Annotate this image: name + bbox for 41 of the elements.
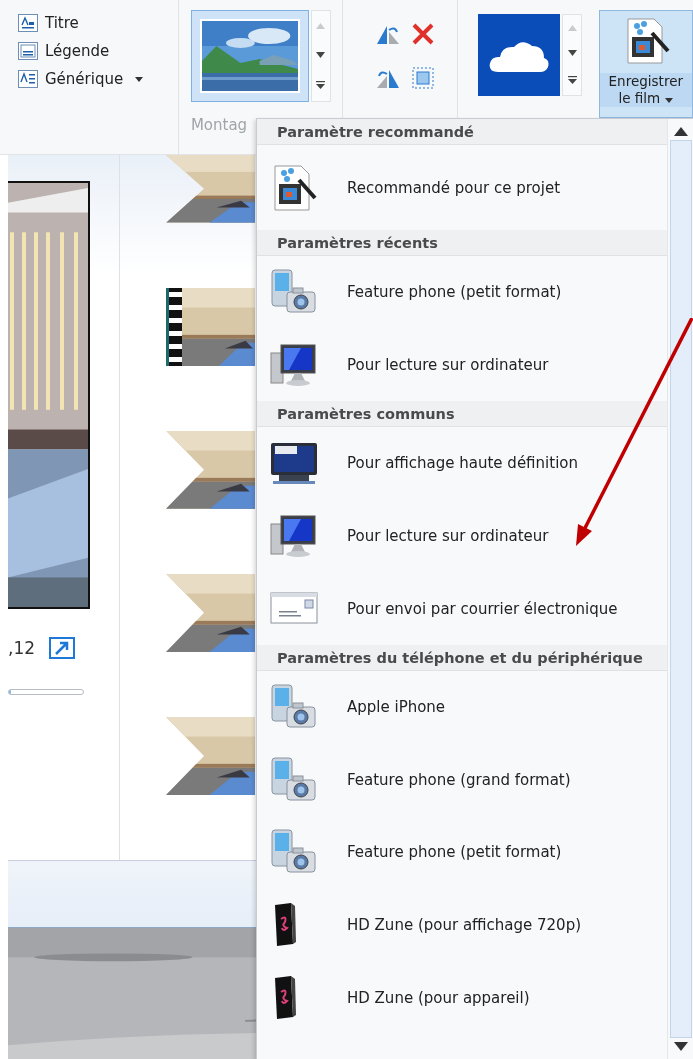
- save-movie-button[interactable]: Enregistrer le film: [598, 10, 693, 118]
- menu-section-header: Paramètres du téléphone et du périphérique: [257, 644, 668, 671]
- menu-item[interactable]: Pour envoi par courrier électronique: [257, 572, 668, 645]
- scrollbar-thumb[interactable]: [669, 140, 692, 1038]
- menu-item[interactable]: Apple iPhone: [257, 670, 668, 744]
- seek-slider[interactable]: [8, 689, 84, 695]
- fullscreen-icon[interactable]: [49, 637, 76, 659]
- menu-item[interactable]: Feature phone (petit format): [257, 816, 668, 889]
- menu-section-header: Paramètre recommandé: [257, 119, 668, 145]
- cloud-tile[interactable]: [478, 14, 561, 96]
- monitor-icon: [269, 441, 319, 486]
- menu-item[interactable]: HD Zune (pour appareil): [257, 961, 668, 1034]
- envelope-icon: [269, 590, 319, 627]
- ribbon-button[interactable]: Générique: [16, 68, 146, 90]
- credits-icon: [18, 70, 38, 88]
- expand-gallery-icon[interactable]: [567, 76, 577, 86]
- menu-item[interactable]: Feature phone (petit format): [257, 256, 668, 329]
- menu-item[interactable]: Recommandé pour ce projet: [257, 145, 668, 230]
- select-all-icon[interactable]: [410, 66, 435, 90]
- delete-icon[interactable]: [410, 22, 435, 46]
- expand-gallery-icon[interactable]: [316, 80, 326, 90]
- menu-item[interactable]: Pour affichage haute définition: [257, 427, 668, 500]
- menu-item[interactable]: Feature phone (grand format): [257, 743, 668, 817]
- time-readout: ,12: [8, 638, 36, 658]
- menu-section-header: Paramètres récents: [257, 230, 668, 256]
- scroll-down-icon[interactable]: [316, 51, 326, 58]
- scroll-up-icon[interactable]: [673, 127, 688, 136]
- film-strip-icon: [166, 287, 182, 366]
- ribbon-button[interactable]: Légende: [16, 40, 112, 62]
- menu-item[interactable]: Pour lecture sur ordinateur: [257, 328, 668, 402]
- group-label: Montag: [190, 116, 248, 134]
- phone-camera-icon: [269, 755, 319, 804]
- menu-section-header: Paramètres communs: [257, 401, 668, 428]
- menu-item[interactable]: Pour lecture sur ordinateur: [257, 499, 668, 573]
- title-icon: [18, 14, 38, 32]
- ribbon-button[interactable]: Titre: [16, 12, 81, 34]
- caption-icon: [18, 42, 38, 60]
- scroll-down-icon[interactable]: [567, 50, 577, 57]
- menu-item[interactable]: HD Zune (pour affichage 720p): [257, 888, 668, 962]
- scroll-down-icon[interactable]: [673, 1042, 688, 1051]
- theme-thumbnail[interactable]: [190, 10, 309, 102]
